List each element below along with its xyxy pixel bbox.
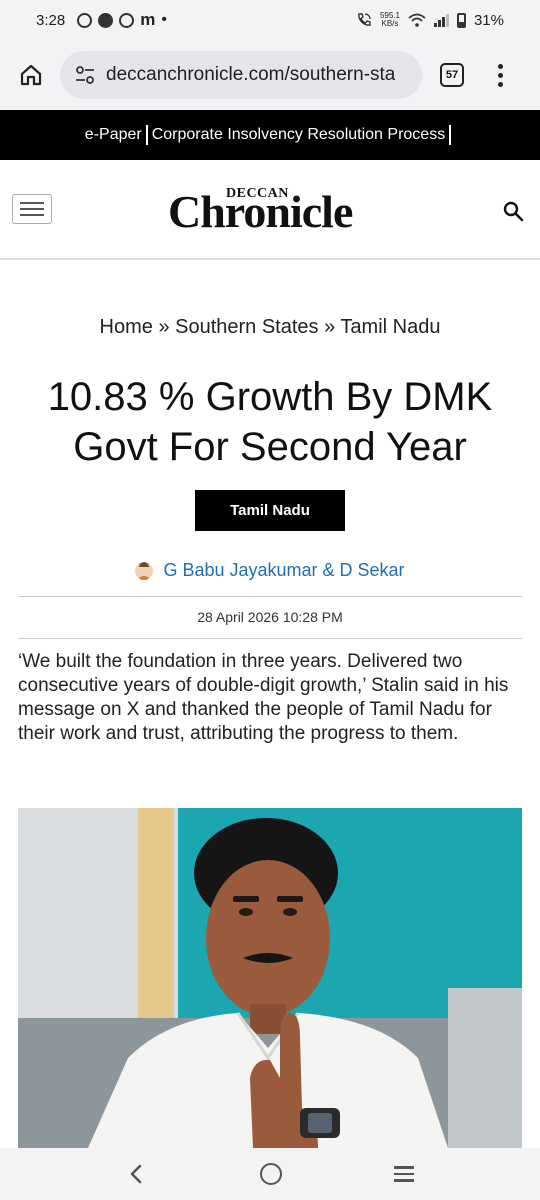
epaper-link[interactable]: e-Paper [85, 126, 142, 144]
url-text[interactable]: deccanchronicle.com/southern-sta [106, 64, 395, 86]
article-title: 10.83 % Growth By DMK Govt For Second Ye… [47, 375, 493, 469]
recents-line [394, 1166, 414, 1169]
strip-divider [449, 125, 452, 145]
status-left: 3:28 m • [36, 10, 167, 30]
recents-icon[interactable] [394, 1166, 414, 1182]
browser-menu-button[interactable] [498, 63, 503, 87]
chat-icon [98, 12, 114, 28]
home-icon [20, 64, 42, 86]
system-nav-bar [0, 1148, 540, 1200]
menu-dot [498, 72, 503, 78]
menu-dot [498, 81, 503, 87]
site-settings-icon[interactable] [74, 64, 96, 86]
recents-line [394, 1172, 414, 1176]
hamburger-line [20, 208, 44, 210]
battery-percent: 31% [473, 11, 504, 29]
status-right: 595.1 KB/s 31% [356, 12, 504, 29]
browser-toolbar: deccanchronicle.com/southern-sta 57 [0, 40, 540, 110]
author-avatar-icon [135, 561, 154, 580]
divider [18, 638, 522, 639]
m-icon: m [140, 10, 156, 29]
logo-main-text: Chronicle [168, 186, 353, 237]
whatsapp-business-icon [119, 12, 135, 28]
battery-icon [456, 12, 466, 28]
status-bar: 3:28 m • 595.1 KB/s 31% [0, 0, 540, 40]
whatsapp-icon [77, 12, 93, 28]
home-button[interactable] [14, 58, 48, 92]
home-circle-icon[interactable] [260, 1163, 282, 1185]
article-summary: ‘We built the foundation in three years.… [18, 651, 509, 744]
category-badge[interactable]: Tamil Nadu [195, 490, 345, 531]
recents-line [394, 1179, 414, 1182]
hamburger-line [20, 214, 44, 216]
menu-dot [498, 63, 503, 69]
status-time: 3:28 [36, 11, 66, 29]
breadcrumb[interactable]: Home » Southern States » Tamil Nadu [0, 316, 540, 339]
back-icon[interactable] [126, 1163, 148, 1185]
photo-illustration [18, 808, 522, 1148]
site-header: DECCAN Chronicle [0, 160, 540, 260]
divider [18, 596, 522, 597]
search-icon[interactable] [502, 200, 524, 222]
hamburger-line [20, 202, 44, 204]
address-bar[interactable]: deccanchronicle.com/southern-sta [60, 51, 422, 99]
topic-strip: e-Paper Corporate Insolvency Resolution … [0, 110, 540, 160]
hamburger-menu-button[interactable] [12, 194, 52, 224]
net-speed: 595.1 KB/s [380, 12, 400, 28]
author-link[interactable]: G Babu Jayakumar & D Sekar [163, 560, 404, 581]
net-speed-unit: KB/s [381, 19, 399, 28]
cirp-link[interactable]: Corporate Insolvency Resolution Process [152, 126, 445, 144]
signal-icon [433, 13, 449, 27]
more-notifications-dot: • [161, 11, 167, 28]
site-logo[interactable]: DECCAN Chronicle [168, 186, 372, 236]
author-row: G Babu Jayakumar & D Sekar [0, 560, 540, 581]
wifi-call-icon [358, 13, 371, 26]
article-photo[interactable] [18, 808, 522, 1148]
tab-switcher-button[interactable]: 57 [440, 63, 464, 87]
wifi-icon [408, 13, 426, 27]
publish-date: 28 April 2026 10:28 PM [197, 609, 343, 625]
strip-divider [145, 125, 148, 145]
